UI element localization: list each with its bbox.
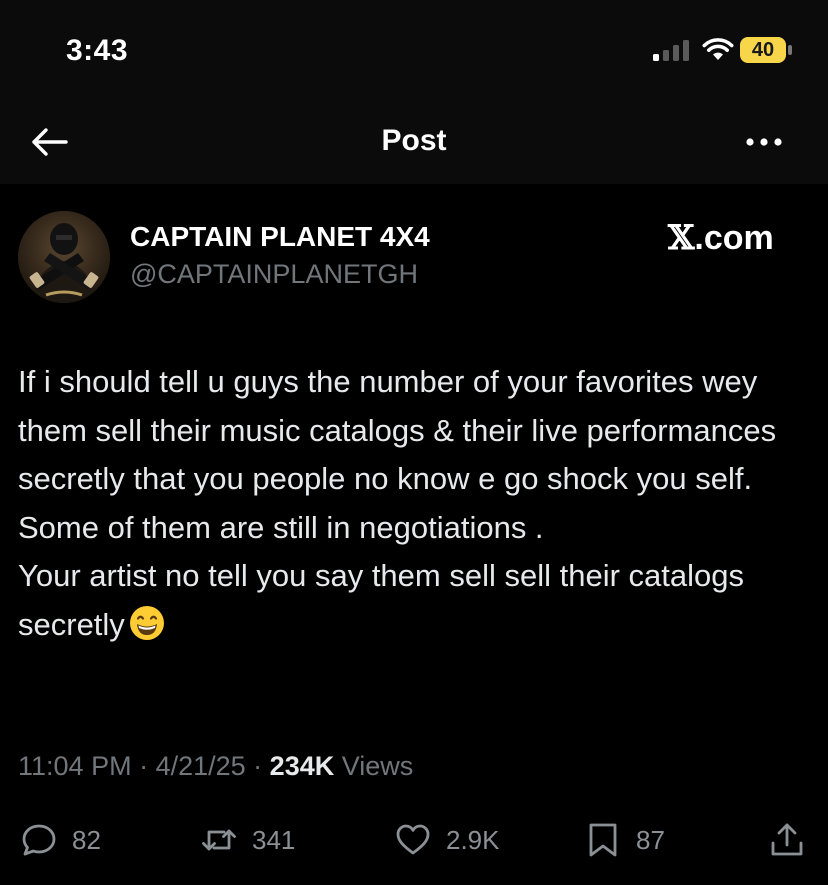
tweet-time[interactable]: 11:04 PM (18, 751, 132, 781)
battery-nub (788, 45, 792, 55)
repost-count: 341 (252, 824, 296, 855)
share-button[interactable] (768, 815, 806, 865)
like-count: 2.9K (446, 824, 500, 855)
status-time: 3:43 (66, 34, 129, 67)
x-logo-glyph: 𝕏 (668, 218, 695, 258)
grinning-face-emoji-icon (129, 605, 164, 640)
tweet-date[interactable]: 4/21/25 (156, 751, 246, 781)
avatar-image (18, 211, 110, 303)
battery-level: 40 (740, 37, 786, 63)
reply-count: 82 (72, 824, 101, 855)
tweet-paragraph-2: Your artist no tell you say them sell se… (18, 552, 813, 649)
status-bar: 3:43 40 (0, 0, 828, 100)
bookmark-count: 87 (636, 824, 665, 855)
reply-button[interactable]: 82 (20, 815, 101, 865)
views-label: Views (341, 751, 414, 781)
page-title: Post (381, 124, 447, 157)
bookmark-button[interactable]: 87 (584, 815, 665, 865)
bookmark-icon (589, 823, 617, 857)
author-display-name[interactable]: CAPTAIN PLANET 4X4 (130, 221, 430, 253)
views-count: 234K (269, 751, 335, 781)
avatar[interactable] (18, 211, 110, 303)
action-bar: 82 341 2.9K 87 (0, 815, 828, 865)
share-icon (771, 823, 803, 856)
tweet-paragraph-2-text: Your artist no tell you say them sell se… (18, 558, 744, 642)
repost-icon (202, 829, 236, 851)
like-button[interactable]: 2.9K (394, 815, 500, 865)
cellular-signal-icon (653, 40, 689, 61)
tweet-meta: 11:04 PM · 4/21/25 · 234K Views (18, 751, 413, 782)
meta-separator: · (131, 751, 156, 781)
wifi-icon (702, 38, 734, 60)
nav-bar: Post (0, 100, 828, 184)
author-handle[interactable]: @CAPTAINPLANETGH (130, 259, 418, 290)
tweet-text: If i should tell u guys the number of yo… (18, 358, 813, 649)
more-options-icon[interactable] (742, 122, 786, 162)
x-com-watermark: 𝕏.com (668, 218, 774, 258)
meta-separator: · (245, 751, 270, 781)
reply-icon (22, 824, 56, 856)
tweet-paragraph-1: If i should tell u guys the number of yo… (18, 364, 777, 545)
x-com-domain: .com (694, 219, 774, 257)
heart-icon (396, 824, 430, 855)
battery-icon: 40 (740, 37, 794, 63)
repost-button[interactable]: 341 (200, 815, 295, 865)
